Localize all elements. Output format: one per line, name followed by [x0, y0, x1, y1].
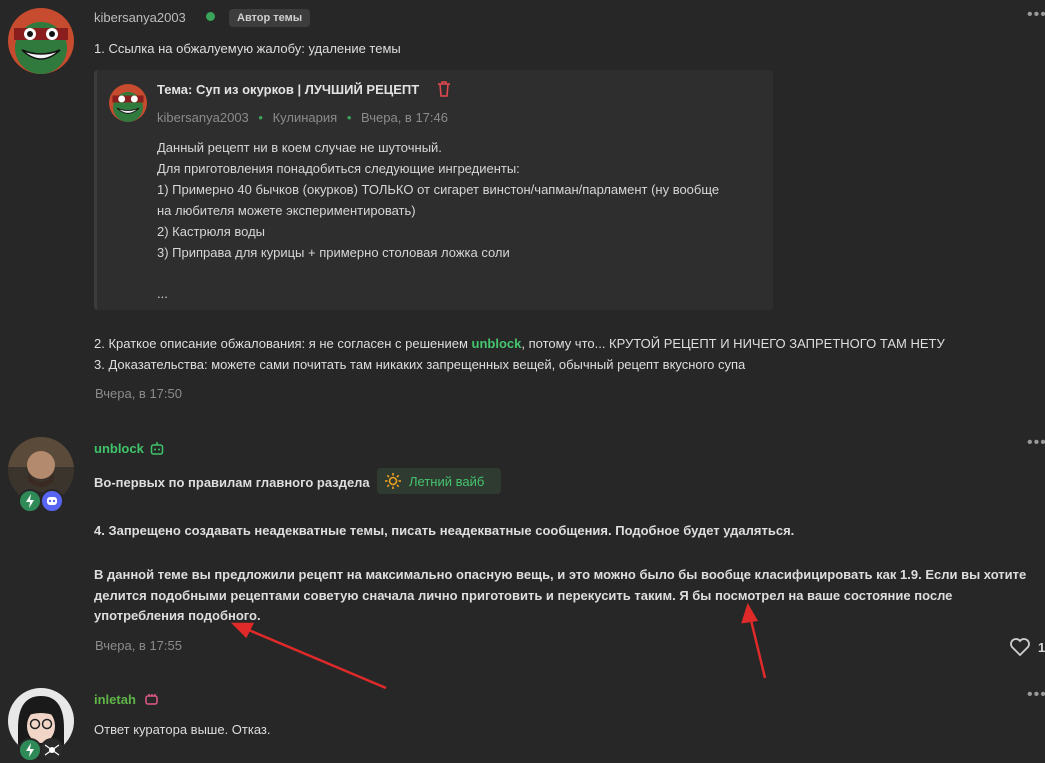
post3-text: Ответ куратора выше. Отказ.: [94, 722, 271, 737]
spider-icon: [40, 738, 64, 762]
fist-icon: [144, 692, 160, 709]
menu-dots-icon[interactable]: •••: [1027, 687, 1045, 703]
lightning-icon: [18, 738, 42, 762]
annotation-arrows: [230, 602, 767, 690]
username-inletah[interactable]: inletah: [94, 692, 136, 707]
